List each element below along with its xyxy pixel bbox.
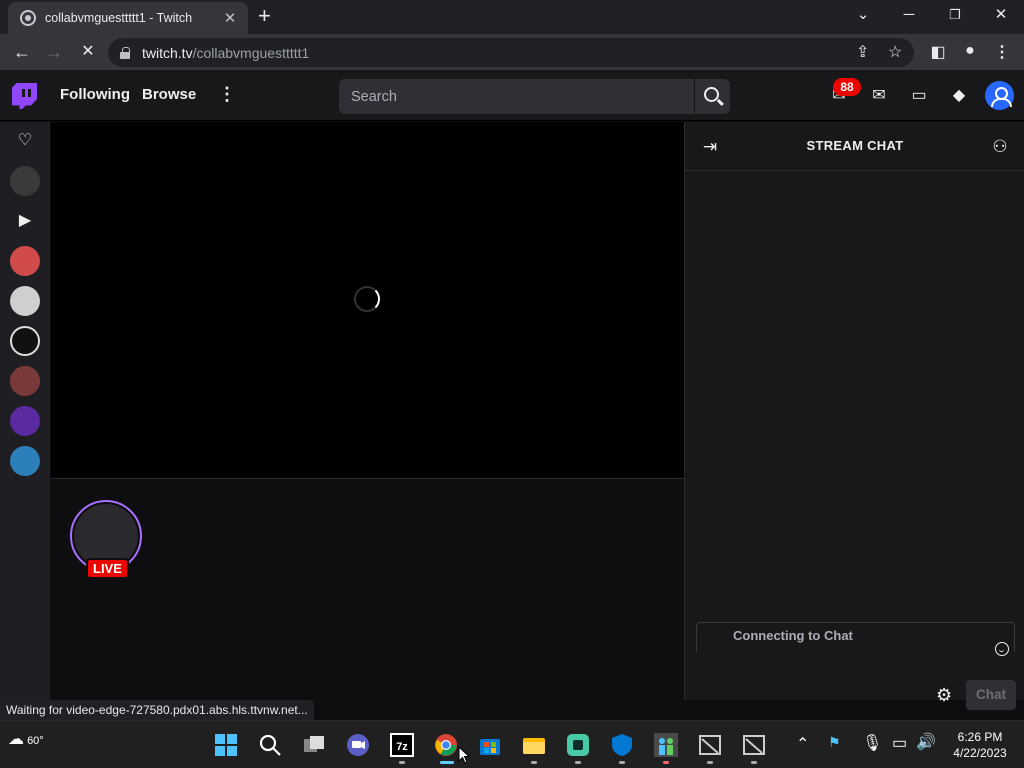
channel-avatar[interactable]: [10, 366, 40, 396]
window-app-icon[interactable]: [698, 733, 722, 757]
forward-button[interactable]: →: [42, 40, 66, 64]
file-explorer-icon[interactable]: [522, 733, 546, 757]
security-shield-icon[interactable]: [610, 733, 634, 757]
network-icon[interactable]: ▭: [892, 733, 907, 753]
chat-input[interactable]: Connecting to Chat: [696, 622, 1015, 656]
microsoft-store-icon[interactable]: [478, 733, 502, 757]
more-options-icon[interactable]: ⋮: [218, 84, 236, 105]
tab-search-icon[interactable]: ⌄: [848, 4, 878, 26]
cloud-icon: ☁: [8, 731, 24, 748]
running-indicator: [575, 761, 581, 764]
url-host: twitch.tv: [142, 44, 193, 61]
search-icon: [704, 87, 719, 102]
chat-send-button[interactable]: Chat: [966, 680, 1016, 710]
chat-header: ⇥ STREAM CHAT ⚇: [685, 122, 1024, 171]
emote-picker-icon[interactable]: [995, 642, 1009, 656]
new-tab-button[interactable]: +: [258, 4, 271, 28]
chat-title: STREAM CHAT: [806, 138, 904, 153]
share-icon[interactable]: ⇪: [856, 42, 869, 62]
svg-text:7z: 7z: [396, 741, 408, 753]
url-path: /collabvmguesttttt1: [192, 44, 310, 61]
browser-status-text: Waiting for video-edge-727580.pdx01.abs.…: [0, 700, 314, 720]
restore-button[interactable]: ❐: [940, 4, 970, 26]
running-indicator: [707, 761, 713, 764]
community-users-icon[interactable]: ⚇: [989, 136, 1011, 158]
stop-loading-button[interactable]: ✕: [76, 40, 100, 64]
temperature: 60°: [27, 735, 44, 747]
whispers-icon[interactable]: ▭: [908, 85, 930, 107]
user-menu-avatar[interactable]: [985, 81, 1014, 110]
running-indicator: [751, 761, 757, 764]
teams-chat-icon[interactable]: [346, 733, 370, 757]
channel-avatar[interactable]: [10, 446, 40, 476]
stream-info-panel: LIVE: [51, 478, 684, 700]
heart-icon[interactable]: ♡: [14, 130, 36, 152]
volume-icon[interactable]: 🔊: [916, 732, 936, 752]
attention-indicator: [663, 761, 669, 764]
running-indicator: [531, 761, 537, 764]
inbox-icon[interactable]: ✉: [868, 85, 890, 107]
mouse-cursor-icon: [458, 746, 470, 764]
close-window-button[interactable]: ✕: [986, 4, 1016, 26]
task-view-icon[interactable]: [302, 733, 326, 757]
close-tab-icon[interactable]: ✕: [222, 9, 238, 27]
window-app-icon[interactable]: [742, 733, 766, 757]
browser-tab-strip: collabvmguesttttt1 - Twitch ✕ + ⌄ ─ ❐ ✕: [0, 0, 1024, 34]
prime-loot-icon[interactable]: ◆: [948, 85, 970, 107]
browse-link[interactable]: Browse: [142, 86, 196, 103]
clock-date: 4/22/2023: [953, 746, 1007, 760]
profile-icon[interactable]: ●: [960, 42, 980, 60]
video-camera-icon[interactable]: ▶: [14, 210, 36, 232]
channel-avatar[interactable]: [10, 246, 40, 276]
search-box: [339, 79, 694, 114]
chat-connecting-text: Connecting to Chat: [733, 628, 853, 643]
bookmark-star-icon[interactable]: ☆: [888, 42, 902, 62]
microphone-icon[interactable]: 🎙: [862, 733, 882, 753]
channel-avatar[interactable]: [10, 286, 40, 316]
browser-toolbar: ← → ✕ twitch.tv/collabvmguesttttt1 ⇪ ☆ ◧…: [0, 34, 1024, 70]
system-clock[interactable]: 6:26 PM 4/22/2023: [940, 729, 1020, 761]
loading-favicon-icon: [20, 10, 36, 26]
chat-settings-gear-icon[interactable]: ⚙: [936, 685, 952, 706]
search-input[interactable]: [351, 88, 694, 105]
show-hidden-icons-chevron-icon[interactable]: ⌃: [796, 734, 809, 754]
7zip-icon[interactable]: 7z: [390, 733, 414, 757]
tab-title: collabvmguesttttt1 - Twitch: [45, 11, 193, 25]
side-panel-icon[interactable]: ◧: [928, 42, 948, 62]
channel-avatar[interactable]: [10, 406, 40, 436]
back-button[interactable]: ←: [10, 40, 34, 64]
search-icon[interactable]: [258, 733, 282, 757]
windows-start-icon[interactable]: [214, 733, 238, 757]
lock-icon[interactable]: [120, 46, 130, 59]
following-link[interactable]: Following: [60, 86, 130, 103]
running-indicator: [399, 761, 405, 764]
browser-tab[interactable]: collabvmguesttttt1 - Twitch ✕: [8, 2, 248, 34]
active-indicator: [440, 761, 454, 764]
loading-spinner-icon: [354, 286, 380, 312]
tray-app-icon[interactable]: ⚑: [828, 734, 841, 751]
search-button[interactable]: [695, 79, 730, 114]
windows-taskbar: ☁ 60° 7z ⌃ ⚑ 🎙 ▭ 🔊 6:26 PM 4/22/2023: [0, 720, 1024, 768]
chat-panel: ⇥ STREAM CHAT ⚇ Connecting to Chat ⚙ Cha…: [684, 122, 1024, 710]
followed-channels-sidebar: ♡ ▶: [0, 122, 50, 700]
weather-widget[interactable]: ☁ 60°: [8, 729, 44, 749]
video-player[interactable]: [51, 122, 684, 478]
app-people-icon[interactable]: [654, 733, 678, 757]
notification-count-badge: 88: [833, 78, 861, 96]
live-badge: LIVE: [86, 558, 129, 579]
clipchamp-icon[interactable]: [566, 733, 590, 757]
menu-kebab-icon[interactable]: ⋮: [992, 42, 1012, 62]
address-bar[interactable]: twitch.tv/collabvmguesttttt1 ⇪ ☆: [108, 38, 914, 67]
twitch-logo-icon[interactable]: [12, 83, 37, 109]
running-indicator: [619, 761, 625, 764]
channel-avatar[interactable]: [10, 326, 40, 356]
clock-time: 6:26 PM: [957, 730, 1003, 744]
twitch-top-nav: Following Browse ⋮ ✉ 88 ✉ ▭ ◆: [0, 70, 1024, 121]
minimize-button[interactable]: ─: [894, 4, 924, 26]
channel-avatar[interactable]: [10, 166, 40, 196]
chrome-icon[interactable]: [434, 733, 458, 757]
